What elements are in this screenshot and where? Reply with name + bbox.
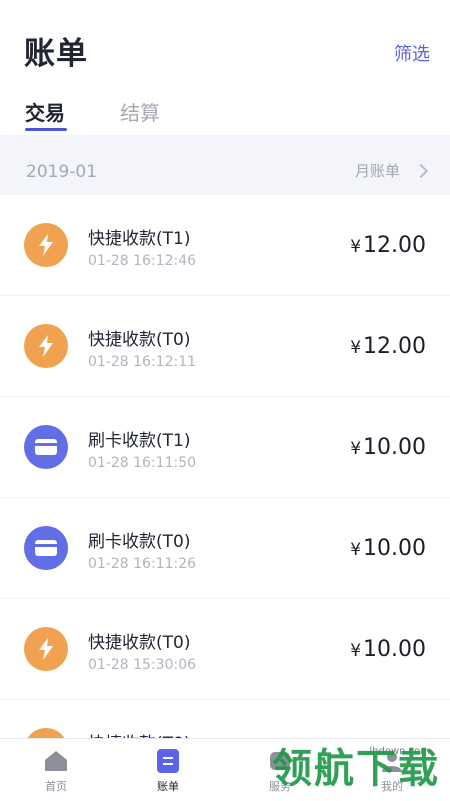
tab-bill-label: 账单: [157, 780, 179, 793]
bill-icon: [133, 749, 203, 773]
card-icon: [24, 425, 68, 469]
active-tab-indicator: [25, 128, 67, 131]
transaction-amount: ¥12.00: [350, 334, 426, 359]
month-label[interactable]: 2019-01: [26, 162, 97, 182]
card-icon: [24, 526, 68, 570]
transaction-amount: ¥12.00: [350, 233, 426, 258]
transaction-title: 快捷收款(T0): [88, 633, 191, 653]
transaction-amount: ¥10.00: [350, 435, 426, 460]
home-icon: [21, 749, 91, 773]
transaction-row[interactable]: 刷卡收款(T0) 01-28 16:11:26 ¥10.00: [0, 498, 450, 599]
chevron-right-icon: [413, 163, 429, 178]
month-bar: 2019-01 月账单: [0, 135, 450, 195]
amount-value: 10.00: [363, 637, 426, 662]
transaction-row[interactable]: 快捷收款(T0) 01-28 16:12:11 ¥12.00: [0, 296, 450, 397]
amount-value: 10.00: [363, 536, 426, 561]
transaction-time: 01-28 16:12:11: [88, 354, 197, 370]
transaction-amount: ¥10.00: [350, 536, 426, 561]
transaction-list: 快捷收款(T1) 01-28 16:12:46 ¥12.00 快捷收款(T0) …: [0, 195, 450, 738]
header: 账单 筛选 交易 结算: [0, 0, 450, 135]
transaction-row[interactable]: 刷卡收款(T1) 01-28 16:11:50 ¥10.00: [0, 397, 450, 498]
transaction-time: 01-28 16:12:46: [88, 253, 197, 269]
tab-transactions[interactable]: 交易: [25, 97, 65, 126]
lightning-icon: [24, 324, 68, 368]
currency-symbol: ¥: [350, 540, 362, 560]
amount-value: 10.00: [363, 435, 426, 460]
lightning-icon: [24, 627, 68, 671]
transaction-row[interactable]: 快捷收款(T1) 01-28 16:12:46 ¥12.00: [0, 195, 450, 296]
currency-symbol: ¥: [350, 439, 362, 459]
transaction-title: 快捷收款(T1): [88, 229, 191, 249]
currency-symbol: ¥: [350, 338, 362, 358]
transaction-amount: ¥10.00: [350, 637, 426, 662]
lightning-icon: [24, 728, 68, 738]
watermark-logo: 领航下载: [272, 746, 440, 792]
filter-button[interactable]: 筛选: [394, 40, 430, 66]
page-title: 账单: [24, 36, 88, 72]
transaction-title: 快捷收款(T0): [88, 330, 191, 350]
transaction-row[interactable]: 快捷收款(T0) 01-28 15:30:06 ¥10.00: [0, 599, 450, 700]
currency-symbol: ¥: [350, 641, 362, 661]
amount-value: 12.00: [363, 233, 426, 258]
tab-home-label: 首页: [45, 780, 67, 793]
transaction-time: 01-28 15:30:06: [88, 657, 197, 673]
transaction-row[interactable]: 快捷收款(T0): [0, 700, 450, 738]
transaction-time: 01-28 16:11:50: [88, 455, 197, 471]
monthly-bill-button[interactable]: 月账单: [354, 160, 429, 181]
transaction-title: 刷卡收款(T0): [88, 532, 191, 552]
currency-symbol: ¥: [350, 237, 362, 257]
transaction-time: 01-28 16:11:26: [88, 556, 197, 572]
amount-value: 12.00: [363, 334, 426, 359]
tab-settlement[interactable]: 结算: [120, 97, 160, 126]
tab-home[interactable]: 首页: [21, 749, 91, 794]
monthly-bill-label: 月账单: [354, 162, 400, 180]
transaction-title: 刷卡收款(T1): [88, 431, 191, 451]
tab-bill[interactable]: 账单: [133, 749, 203, 794]
transaction-title: 快捷收款(T0): [88, 729, 190, 738]
lightning-icon: [24, 223, 68, 267]
